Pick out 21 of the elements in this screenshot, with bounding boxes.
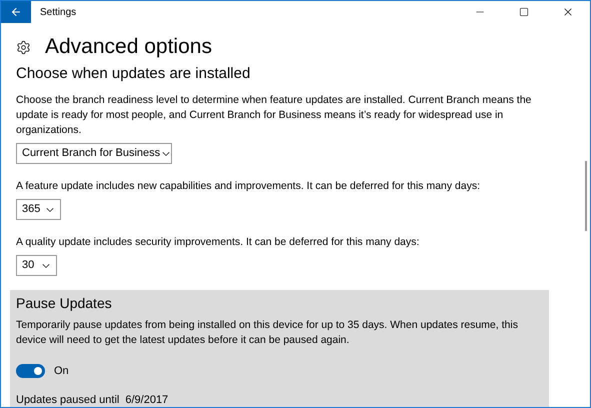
- status-date: 6/9/2017: [125, 392, 168, 407]
- maximize-icon: [519, 7, 529, 17]
- section-heading: Choose when updates are installed: [16, 64, 252, 84]
- toggle-switch[interactable]: [16, 364, 45, 378]
- pause-description: Temporarily pause updates from being installed on this device for up to 35 days. When updates resume, this device will need to get the latest updates before it can be paused again.: [16, 318, 519, 348]
- setting-description: Choose the branch readiness level to determine when feature updates are installed. Current Branch means the update is ready for most people, and Current Branch for Business means it’s ready for widespread use in organizations.: [16, 93, 532, 138]
- window-title: Settings: [40, 6, 76, 20]
- pause-heading: Pause Updates: [16, 294, 113, 313]
- scrollbar[interactable]: [585, 161, 587, 231]
- back-button[interactable]: [1, 1, 31, 23]
- back-arrow-icon: [10, 6, 22, 18]
- setting-description: A quality update includes security improvements. It can be deferred for this many days:: [16, 235, 420, 250]
- dropdown[interactable]: 30: [16, 255, 57, 276]
- gear-icon: [16, 40, 31, 54]
- setting-description: A feature update includes new capabilities and improvements. It can be deferred for this many days:: [16, 179, 482, 194]
- status-label: Updates paused until: [16, 392, 120, 407]
- close-icon: [562, 6, 574, 18]
- toggle-label: On: [54, 364, 69, 379]
- dropdown[interactable]: 365: [16, 199, 61, 220]
- page-title: Advanced options: [45, 35, 212, 59]
- dropdown[interactable]: Current Branch for Business: [16, 143, 172, 164]
